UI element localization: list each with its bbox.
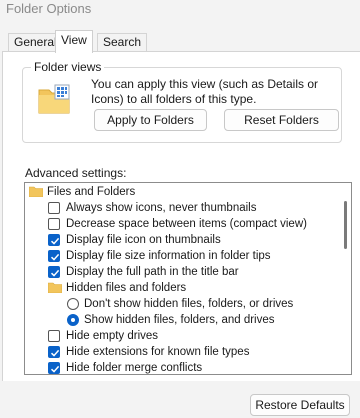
tree-item-label: Display the full path in the title bar xyxy=(66,266,239,278)
advanced-settings-label: Advanced settings: xyxy=(25,166,127,180)
tree-item-label: Always show icons, never thumbnails xyxy=(66,202,257,214)
checkbox-decrease-space[interactable] xyxy=(48,218,60,230)
checkbox-hide-extensions[interactable] xyxy=(48,346,60,358)
tree-folder-label: Files and Folders xyxy=(47,186,136,198)
tree-folder-label: Hidden files and folders xyxy=(66,282,187,294)
window-title: Folder Options xyxy=(6,1,92,16)
restore-defaults-button[interactable]: Restore Defaults xyxy=(250,394,350,416)
checkbox-always-show-icons[interactable] xyxy=(48,202,60,214)
checkmark-icon xyxy=(50,237,60,245)
folder-views-group: Folder views You can apply this view (su… xyxy=(22,60,342,143)
apply-to-folders-button[interactable]: Apply to Folders xyxy=(94,109,207,131)
title-bar: Folder Options xyxy=(0,0,360,28)
checkmark-icon xyxy=(50,365,60,373)
advanced-settings-tree[interactable]: Files and Folders Always show icons, nev… xyxy=(24,182,352,375)
radio-show-hidden[interactable] xyxy=(67,314,79,326)
checkbox-display-file-size[interactable] xyxy=(48,250,60,262)
folder-grid-icon xyxy=(38,84,70,114)
tree-item-label: Display file icon on thumbnails xyxy=(66,234,221,246)
folder-icon xyxy=(29,186,43,197)
tab-view[interactable]: View xyxy=(55,30,93,53)
folder-options-window: Folder Options General View Search Folde… xyxy=(0,0,360,418)
folder-views-legend: Folder views xyxy=(31,60,105,74)
tab-strip: General View Search xyxy=(0,30,360,53)
reset-folders-button[interactable]: Reset Folders xyxy=(224,109,339,131)
tree-item-label: Show hidden files, folders, and drives xyxy=(84,314,275,326)
checkmark-icon xyxy=(50,349,60,357)
tree-item-label: Hide empty drives xyxy=(66,330,159,342)
checkbox-display-file-icon[interactable] xyxy=(48,234,60,246)
checkmark-icon xyxy=(50,269,60,277)
checkbox-hide-merge-conflicts[interactable] xyxy=(48,362,60,374)
vertical-scrollbar[interactable] xyxy=(344,201,347,341)
tab-search[interactable]: Search xyxy=(97,33,148,52)
tree-item-label: Decrease space between items (compact vi… xyxy=(66,218,307,230)
checkbox-display-full-path[interactable] xyxy=(48,266,60,278)
tree-item-label: Don't show hidden files, folders, or dri… xyxy=(84,298,294,310)
tree-item-label: Hide extensions for known file types xyxy=(66,346,250,358)
folder-views-description: You can apply this view (such as Details… xyxy=(91,77,319,106)
tree-item-label: Hide folder merge conflicts xyxy=(66,362,203,374)
checkbox-hide-empty-drives[interactable] xyxy=(48,330,60,342)
scrollbar-thumb[interactable] xyxy=(344,201,347,249)
radio-dont-show-hidden[interactable] xyxy=(67,298,79,310)
tree-item-label: Display file size information in folder … xyxy=(66,250,271,262)
folder-icon xyxy=(48,282,62,293)
checkmark-icon xyxy=(50,253,60,261)
